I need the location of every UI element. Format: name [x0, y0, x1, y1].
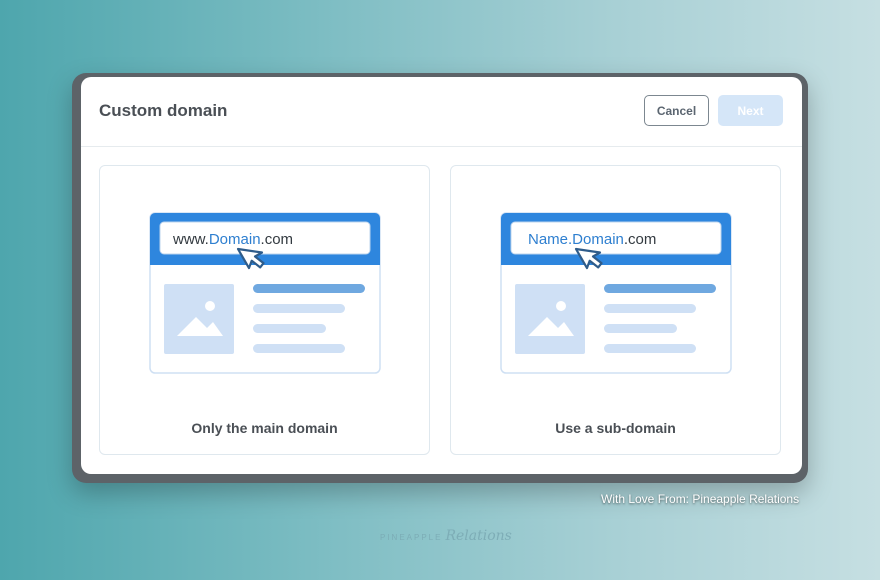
url-suffix: .com — [624, 231, 657, 248]
url-prefix: www. — [172, 231, 209, 248]
next-button[interactable]: Next — [718, 95, 783, 126]
sub-domain-illustration: Name.Domain.com — [500, 212, 732, 374]
brand-main: PINEAPPLE — [380, 533, 443, 542]
custom-domain-dialog: Custom domain Cancel Next www.Domain.com — [81, 77, 802, 474]
url-highlight: Domain — [209, 231, 261, 248]
credit-caption: With Love From: Pineapple Relations — [601, 492, 800, 506]
option-label: Use a sub-domain — [555, 420, 676, 436]
cancel-button[interactable]: Cancel — [644, 95, 709, 126]
brand-logo: PINEAPPLE Relations — [380, 528, 512, 544]
brand-script: Relations — [445, 528, 512, 544]
svg-text:Name.Domain.com: Name.Domain.com — [528, 231, 656, 248]
url-suffix: .com — [261, 231, 294, 248]
url-highlight: Name.Domain — [528, 231, 624, 248]
option-label: Only the main domain — [191, 420, 338, 436]
option-sub-domain[interactable]: Name.Domain.com Use a sub-domain — [450, 165, 781, 455]
svg-text:www.Domain.com: www.Domain.com — [172, 231, 293, 248]
main-domain-illustration: www.Domain.com — [149, 212, 381, 374]
dialog-header: Custom domain Cancel Next — [81, 77, 802, 147]
option-main-domain[interactable]: www.Domain.com Only the main domain — [99, 165, 430, 455]
dialog-title: Custom domain — [99, 101, 228, 120]
